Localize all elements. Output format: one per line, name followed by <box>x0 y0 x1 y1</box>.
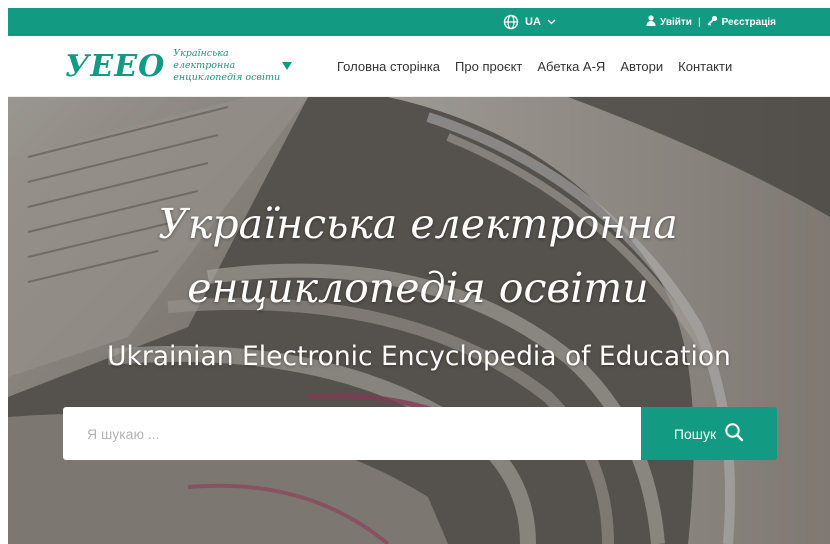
hero-section: Українська електронна енциклопедія освіт… <box>8 97 830 544</box>
language-label: UA <box>525 16 541 28</box>
login-label: Увійти <box>660 16 692 28</box>
nav-item-home[interactable]: Головна сторінка <box>337 59 440 74</box>
login-link[interactable]: Увійти <box>646 15 692 29</box>
search-button[interactable]: Пошук <box>641 407 777 460</box>
main-header: УЕЕО Українська електронна енциклопедія … <box>8 36 830 97</box>
search-bar: Пошук <box>63 407 777 460</box>
hero-subtitle: Ukrainian Electronic Encyclopedia of Edu… <box>107 341 731 372</box>
search-input[interactable] <box>63 407 641 460</box>
auth-separator: | <box>697 16 701 28</box>
top-bar: UA Увійти | Реєстрація <box>8 8 830 36</box>
site-logo[interactable]: УЕЕО Українська електронна енциклопедія … <box>65 48 291 84</box>
auth-links: Увійти | Реєстрація <box>646 8 776 36</box>
hero-title-line2: енциклопедія освіти <box>187 264 649 312</box>
globe-icon <box>503 14 519 30</box>
nav-item-authors[interactable]: Автори <box>620 59 663 74</box>
logo-mark: УЕЕО <box>65 48 166 84</box>
hero-title-line1: Українська електронна <box>158 200 678 248</box>
language-selector[interactable]: UA <box>503 8 556 36</box>
logo-text-line1: Українська електронна <box>173 48 236 71</box>
key-icon <box>707 15 718 29</box>
search-icon <box>724 422 744 445</box>
page-frame: UA Увійти | Реєстрація УЕЕО Українська е… <box>8 8 830 544</box>
user-icon <box>646 15 656 29</box>
search-button-label: Пошук <box>673 425 717 442</box>
hero-overlay <box>8 97 830 544</box>
hero-title: Українська електронна енциклопедія освіт… <box>108 192 728 320</box>
register-label: Реєстрація <box>721 16 776 28</box>
logo-text: Українська електронна енциклопедія освіт… <box>173 48 291 84</box>
register-link[interactable]: Реєстрація <box>707 15 776 29</box>
caret-down-icon[interactable] <box>282 62 292 70</box>
nav-item-alphabet[interactable]: Абетка А-Я <box>537 59 605 74</box>
chevron-down-icon <box>547 19 556 25</box>
nav-item-about[interactable]: Про проєкт <box>455 59 522 74</box>
nav-item-contacts[interactable]: Контакти <box>678 59 732 74</box>
main-nav: Головна сторінка Про проєкт Абетка А-Я А… <box>337 36 732 97</box>
logo-text-line2: енциклопедія освіти <box>173 72 281 83</box>
